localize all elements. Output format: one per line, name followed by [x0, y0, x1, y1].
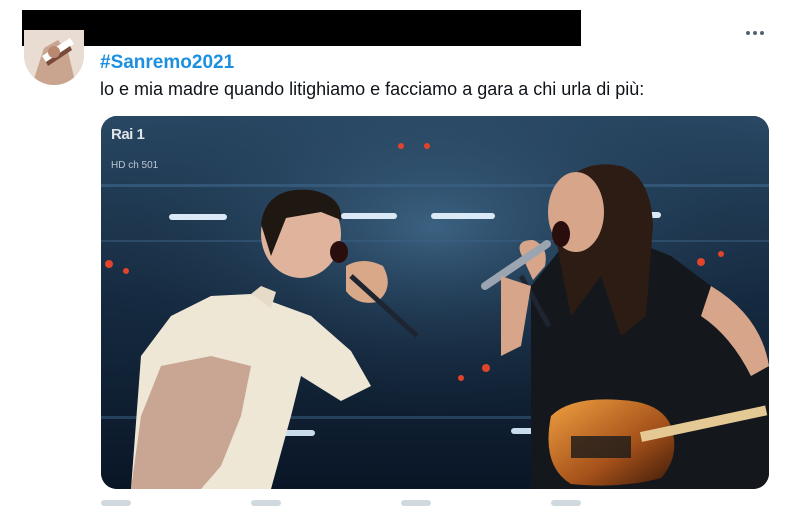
- channel-logo: Rai 1: [111, 126, 145, 143]
- tweet-text: lo e mia madre quando litighiamo e facci…: [100, 79, 645, 99]
- avatar[interactable]: [24, 30, 84, 85]
- tweet-media-image[interactable]: Rai 1 HD ch 501: [101, 116, 769, 489]
- retweet-icon[interactable]: [251, 500, 281, 506]
- hashtag-link[interactable]: #Sanremo2021: [100, 52, 234, 74]
- channel-info: HD ch 501: [111, 160, 159, 171]
- tweet-card[interactable]: #Sanremo2021 lo e mia madre quando litig…: [0, 0, 800, 509]
- more-options-button[interactable]: [740, 24, 770, 42]
- more-dot-icon: [753, 31, 757, 35]
- tweet-actions-peek: [101, 500, 769, 509]
- avatar-image: [24, 30, 84, 85]
- share-icon[interactable]: [551, 500, 581, 506]
- more-dot-icon: [746, 31, 750, 35]
- stage-photo: [101, 116, 769, 489]
- redacted-username: [22, 10, 581, 46]
- like-icon[interactable]: [401, 500, 431, 506]
- reply-icon[interactable]: [101, 500, 131, 506]
- more-dot-icon: [760, 31, 764, 35]
